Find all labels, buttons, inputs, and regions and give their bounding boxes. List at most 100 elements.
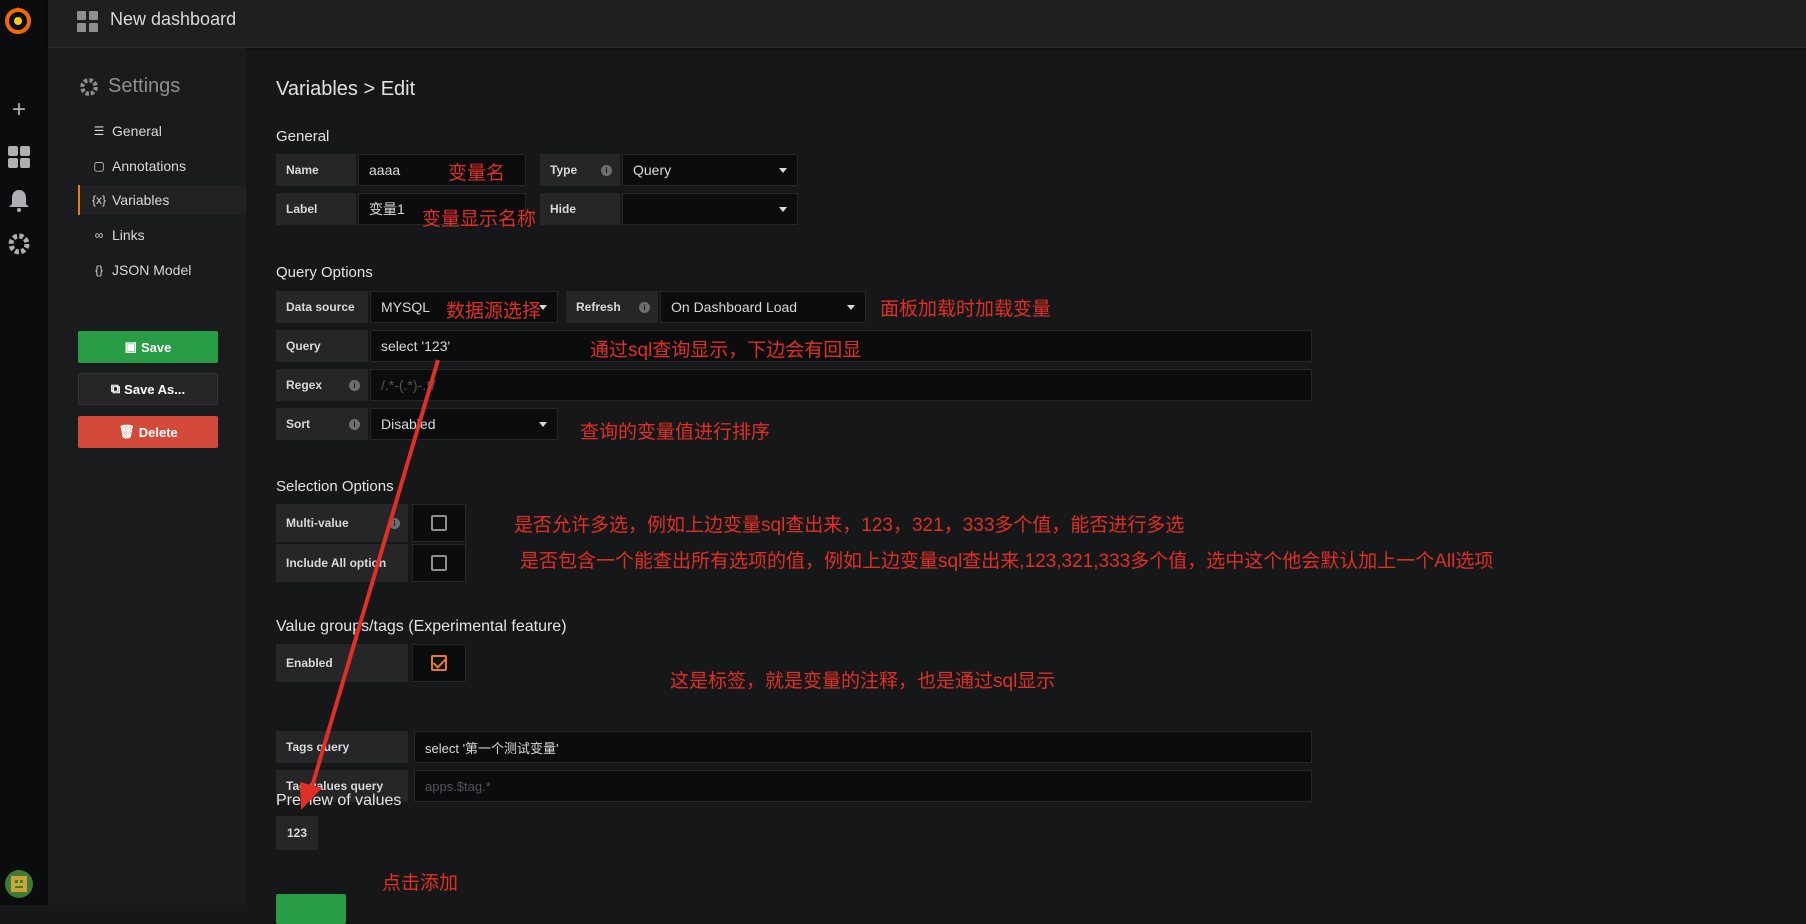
annotation-include-all: 是否包含一个能查出所有选项的值，例如上边变量sql查出来,123,321,333… (520, 551, 1494, 572)
save-as-label: Save As... (124, 381, 186, 397)
annotation-sort: 查询的变量值进行排序 (580, 422, 771, 443)
datasource-select-value: MYSQL (381, 299, 431, 315)
gear-icon[interactable] (6, 231, 32, 257)
side-menu: + (0, 0, 48, 905)
regex-input[interactable]: /.*-(.*)-.*/ (370, 369, 1312, 401)
annotation-tags: 这是标签，就是变量的注释，也是通过sql显示 (670, 671, 1056, 692)
copy-icon: ⧉ (110, 381, 121, 396)
refresh-label-text: Refresh (576, 300, 621, 314)
json-icon: {} (94, 263, 103, 277)
save-as-button[interactable]: ⧉ Save As... (78, 373, 218, 405)
enabled-checkbox[interactable] (431, 655, 447, 671)
include-all-toggle[interactable] (412, 544, 466, 582)
top-navbar: New dashboard (48, 0, 1806, 48)
multi-value-label-text: Multi-value (286, 516, 349, 530)
nav-item-label: JSON Model (112, 262, 192, 278)
hide-label: Hide (540, 193, 620, 225)
include-all-label: Include All option (276, 544, 408, 582)
delete-button[interactable]: 🗑 Delete (78, 416, 218, 448)
nav-item-json-model[interactable]: {} JSON Model (78, 255, 246, 285)
link-icon: ∞ (94, 228, 104, 242)
bell-icon[interactable] (6, 187, 32, 213)
tag-values-query-input[interactable]: apps.$tag.* (414, 770, 1312, 802)
nav-item-label: Variables (112, 192, 170, 208)
sort-label-text: Sort (286, 417, 310, 431)
query-options-heading: Query Options (276, 264, 373, 281)
info-icon[interactable]: i (389, 517, 400, 529)
enabled-toggle[interactable] (412, 644, 466, 682)
info-icon[interactable]: i (601, 164, 612, 176)
preview-heading: Preview of values (276, 792, 402, 809)
variable-icon: {x} (91, 193, 106, 207)
type-label: Type i (540, 154, 620, 186)
type-select-value: Query (633, 162, 672, 178)
info-icon[interactable]: i (639, 301, 650, 313)
hide-select[interactable] (622, 193, 798, 225)
regex-label: Regex i (276, 369, 368, 401)
refresh-label: Refresh i (566, 291, 658, 323)
grafana-logo-icon[interactable] (3, 4, 33, 36)
nav-item-links[interactable]: ∞ Links (78, 220, 246, 250)
floppy-icon: ▣ (124, 339, 137, 354)
info-icon[interactable]: i (349, 418, 360, 430)
value-groups-heading: Value groups/tags (Experimental feature) (276, 618, 567, 635)
sort-select-value: Disabled (381, 416, 436, 432)
annotation-var-name: 变量名 (448, 163, 506, 184)
update-button[interactable] (276, 894, 346, 924)
name-label: Name (276, 154, 356, 186)
comment-icon: ▢ (93, 159, 105, 173)
annotation-click-add: 点击添加 (382, 873, 459, 894)
tags-query-input[interactable]: select '第一个测试变量' (414, 731, 1312, 763)
save-button[interactable]: ▣ Save (78, 331, 218, 363)
settings-sidebar: Settings ☰ General ▢ Annotations {x} Var… (48, 48, 246, 905)
nav-item-label: Links (112, 227, 145, 243)
dashboard-title[interactable]: New dashboard (110, 9, 236, 30)
user-avatar[interactable] (5, 870, 33, 898)
annotation-query: 通过sql查询显示，下边会有回显 (590, 340, 862, 361)
nav-item-general[interactable]: ☰ General (78, 116, 246, 146)
save-label: Save (140, 339, 172, 355)
nav-item-label: Annotations (112, 158, 186, 174)
annotation-multi: 是否允许多选，例如上边变量sql查出来，123，321，333多个值，能否进行多… (514, 515, 1185, 536)
variable-editor: Variables > Edit General Name aaaa Type i… (246, 48, 1806, 924)
dashboard-grid-icon (77, 11, 98, 32)
multi-value-toggle[interactable] (412, 504, 466, 542)
query-label: Query (276, 330, 368, 362)
page-title: Variables > Edit (276, 78, 416, 100)
trash-icon: 🗑 (118, 424, 135, 439)
nav-item-label: General (112, 123, 162, 139)
caret-down-icon (539, 422, 547, 427)
regex-label-text: Regex (286, 378, 323, 392)
caret-down-icon (779, 207, 787, 212)
annotation-refresh: 面板加载时加载变量 (880, 299, 1052, 320)
refresh-select-value: On Dashboard Load (671, 299, 798, 315)
annotation-var-display: 变量显示名称 (422, 209, 537, 230)
sliders-icon: ☰ (93, 124, 105, 138)
sort-select[interactable]: Disabled (370, 408, 558, 440)
refresh-select[interactable]: On Dashboard Load (660, 291, 866, 323)
type-select[interactable]: Query (622, 154, 798, 186)
nav-item-variables[interactable]: {x} Variables (78, 185, 246, 215)
general-heading: General (276, 128, 330, 145)
annotation-datasource: 数据源选择 (446, 301, 542, 322)
datasource-label: Data source (276, 291, 368, 323)
plus-icon[interactable]: + (6, 97, 32, 123)
multi-value-checkbox[interactable] (431, 515, 447, 531)
cog-icon (80, 77, 98, 96)
caret-down-icon (847, 305, 855, 310)
tags-query-label: Tags query (276, 731, 408, 763)
selection-options-heading: Selection Options (276, 478, 394, 495)
include-all-checkbox[interactable] (431, 555, 447, 571)
label-label: Label (276, 193, 356, 225)
sort-label: Sort i (276, 408, 368, 440)
dashboards-icon[interactable] (6, 144, 32, 170)
preview-value-chip: 123 (276, 816, 318, 850)
enabled-label: Enabled (276, 644, 408, 682)
info-icon[interactable]: i (349, 379, 360, 391)
nav-item-annotations[interactable]: ▢ Annotations (78, 151, 246, 181)
settings-title-text: Settings (108, 75, 181, 97)
settings-title: Settings (78, 75, 180, 98)
delete-label: Delete (138, 424, 178, 440)
multi-value-label: Multi-value i (276, 504, 408, 542)
caret-down-icon (779, 168, 787, 173)
